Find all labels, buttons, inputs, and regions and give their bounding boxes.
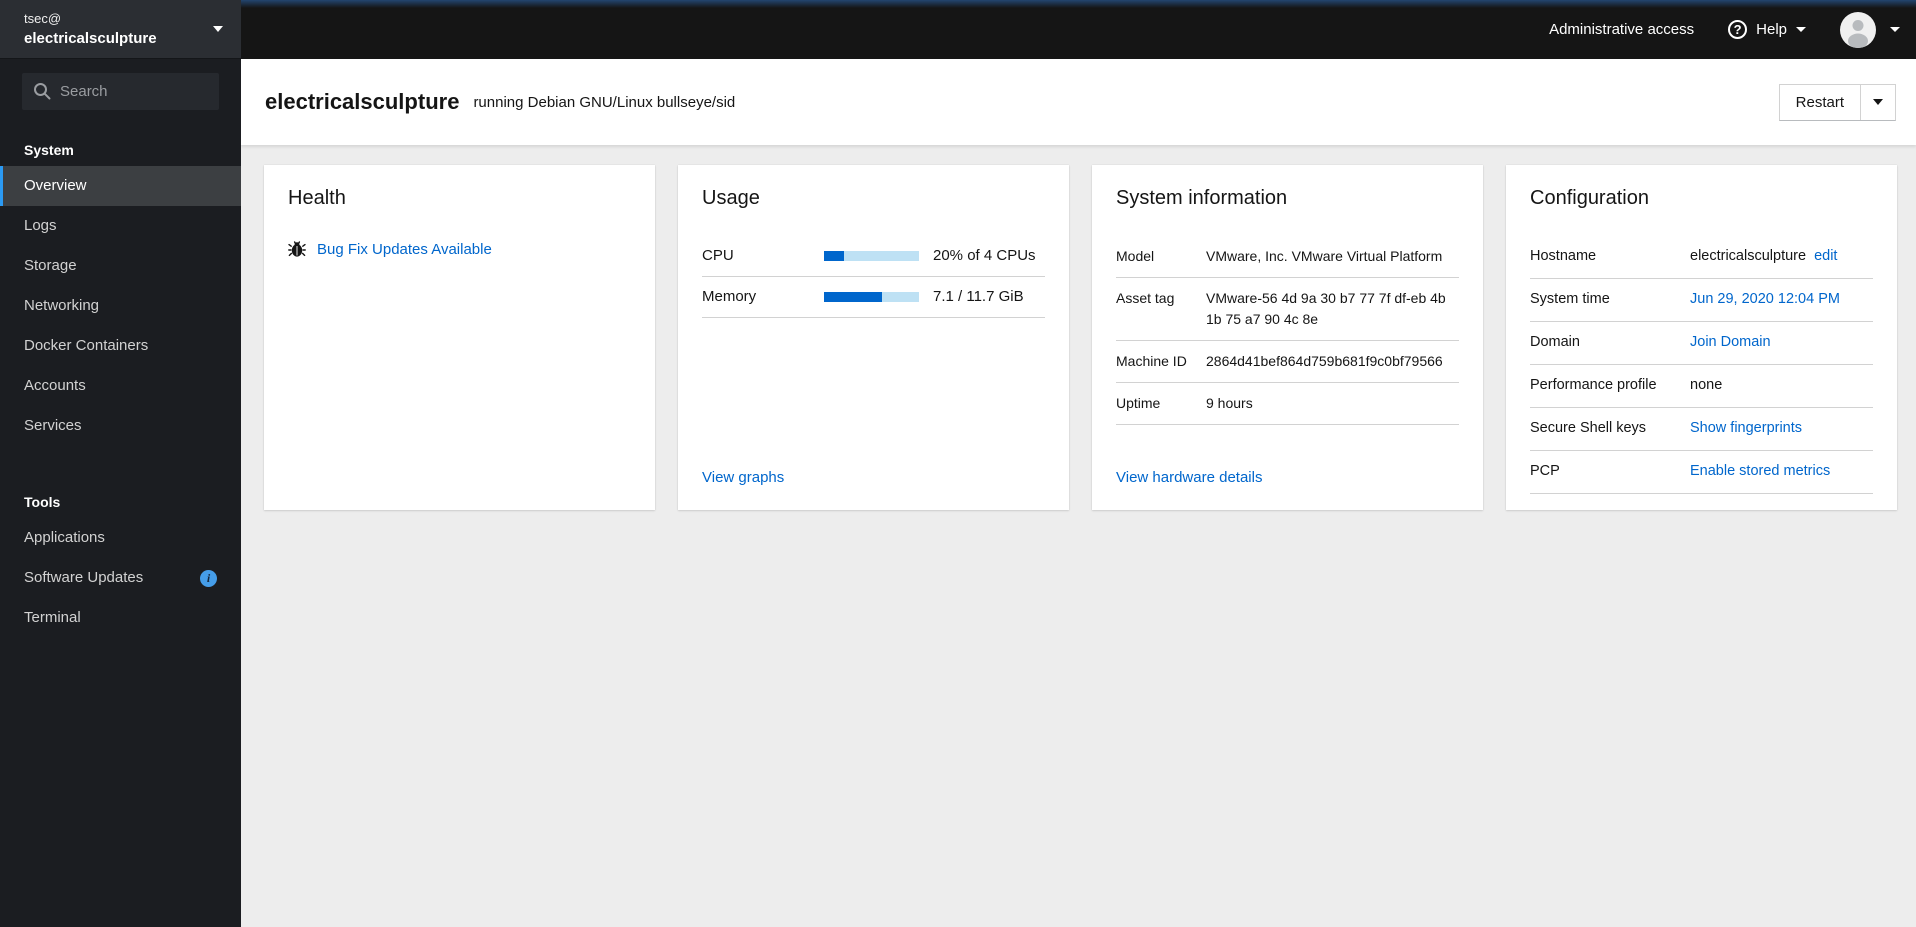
cpu-label: CPU	[702, 247, 734, 264]
chevron-down-icon	[1890, 27, 1900, 32]
sidebar-search	[22, 73, 219, 110]
system-time-row: System time Jun 29, 2020 12:04 PM	[1530, 279, 1873, 323]
administrative-access-button[interactable]: Administrative access	[1549, 21, 1694, 38]
join-domain-link[interactable]: Join Domain	[1690, 334, 1771, 350]
overview-content: Health Bug Fix Updates Available Usage C…	[241, 145, 1916, 927]
configuration-card: Configuration Hostname electricalsculptu…	[1506, 165, 1897, 510]
sidebar-item-storage[interactable]: Storage	[0, 246, 241, 286]
asset-tag-label: Asset tag	[1116, 290, 1175, 307]
configuration-card-title: Configuration	[1530, 187, 1649, 209]
info-icon	[200, 569, 217, 587]
machine-id-label: Machine ID	[1116, 352, 1187, 369]
hostname-edit-link[interactable]: edit	[1814, 248, 1837, 264]
model-label: Model	[1116, 248, 1155, 264]
nav-section-tools: Tools	[24, 494, 61, 510]
help-label: Help	[1756, 21, 1787, 38]
sidebar-item-applications[interactable]: Applications	[0, 518, 241, 558]
machine-id-row: Machine ID 2864d41bef864d759b681f9c0bf79…	[1116, 341, 1459, 384]
system-time-link[interactable]: Jun 29, 2020 12:04 PM	[1690, 291, 1840, 307]
view-graphs-link[interactable]: View graphs	[702, 469, 1045, 486]
asset-tag-row: Asset tag VMware-56 4d 9a 30 b7 77 7f df…	[1116, 278, 1459, 341]
show-fingerprints-link[interactable]: Show fingerprints	[1690, 420, 1802, 436]
uptime-value: 9 hours	[1206, 395, 1253, 412]
restart-button[interactable]: Restart	[1779, 84, 1860, 120]
host-switcher[interactable]: tsec@ electricalsculpture	[0, 0, 241, 59]
performance-profile-row: Performance profile none	[1530, 365, 1873, 409]
health-card: Health Bug Fix Updates Available	[264, 165, 655, 510]
pcp-row: PCP Enable stored metrics	[1530, 451, 1873, 495]
chevron-down-icon	[213, 26, 223, 32]
cpu-usage-value: 20% of 4 CPUs	[933, 247, 1036, 264]
system-time-label: System time	[1530, 291, 1610, 308]
restart-dropdown-toggle[interactable]	[1860, 84, 1895, 120]
enable-stored-metrics-link[interactable]: Enable stored metrics	[1690, 463, 1830, 479]
bug-fix-updates-link[interactable]: Bug Fix Updates Available	[317, 241, 492, 258]
usage-card-title: Usage	[702, 187, 760, 209]
secure-shell-keys-label: Secure Shell keys	[1530, 420, 1647, 437]
usage-card: Usage CPU 20% of 4 CPUs Memory 7.1 / 11.…	[678, 165, 1069, 510]
chevron-down-icon	[1796, 27, 1806, 32]
page-header: electricalsculpture running Debian GNU/L…	[241, 59, 1916, 145]
sidebar-item-docker-containers[interactable]: Docker Containers	[0, 326, 241, 366]
chevron-down-icon	[1873, 99, 1883, 105]
masthead: Administrative access Help	[241, 0, 1916, 59]
cpu-usage-row: CPU 20% of 4 CPUs	[702, 236, 1045, 277]
uptime-row: Uptime 9 hours	[1116, 383, 1459, 426]
restart-split-button: Restart	[1778, 83, 1896, 121]
hostname-row: Hostname electricalsculpture edit	[1530, 236, 1873, 280]
host-switcher-hostname: electricalsculpture	[24, 30, 157, 47]
memory-usage-row: Memory 7.1 / 11.7 GiB	[702, 277, 1045, 318]
secure-shell-keys-row: Secure Shell keys Show fingerprints	[1530, 408, 1873, 452]
search-input[interactable]	[22, 73, 219, 110]
performance-profile-label: Performance profile	[1530, 377, 1657, 394]
sidebar: tsec@ electricalsculpture System Overvie…	[0, 0, 241, 927]
sidebar-item-services[interactable]: Services	[0, 406, 241, 446]
page-title: electricalsculpture	[265, 89, 460, 114]
sidebar-item-terminal[interactable]: Terminal	[0, 598, 241, 638]
model-row: Model VMware, Inc. VMware Virtual Platfo…	[1116, 236, 1459, 279]
search-icon	[34, 83, 51, 100]
sidebar-item-label: Software Updates	[24, 569, 144, 586]
uptime-label: Uptime	[1116, 395, 1161, 412]
domain-row: Domain Join Domain	[1530, 322, 1873, 366]
sidebar-item-software-updates[interactable]: Software Updates	[0, 558, 241, 598]
sidebar-item-overview[interactable]: Overview	[0, 166, 241, 206]
os-release-text: running Debian GNU/Linux bullseye/sid	[473, 93, 736, 111]
performance-profile-value: none	[1690, 377, 1723, 394]
memory-progress-bar	[824, 291, 919, 302]
hostname-label: Hostname	[1530, 248, 1597, 264]
health-card-title: Health	[288, 187, 346, 209]
system-information-card: System information Model VMware, Inc. VM…	[1092, 165, 1483, 510]
asset-tag-value: VMware-56 4d 9a 30 b7 77 7f df-eb 4b 1b …	[1206, 290, 1446, 327]
host-switcher-user: tsec@	[24, 11, 62, 26]
sidebar-item-accounts[interactable]: Accounts	[0, 366, 241, 406]
bug-icon	[288, 241, 306, 257]
cpu-progress-bar	[824, 250, 919, 261]
domain-label: Domain	[1530, 334, 1580, 351]
memory-usage-value: 7.1 / 11.7 GiB	[933, 288, 1024, 305]
avatar	[1840, 11, 1876, 48]
view-hardware-details-link[interactable]: View hardware details	[1116, 469, 1459, 486]
sidebar-item-logs[interactable]: Logs	[0, 206, 241, 246]
memory-label: Memory	[702, 288, 757, 305]
machine-id-value: 2864d41bef864d759b681f9c0bf79566	[1206, 352, 1443, 369]
nav-section-system: System	[24, 142, 74, 158]
hostname-value: electricalsculpture edit	[1690, 246, 1873, 267]
session-menu[interactable]	[1840, 11, 1900, 48]
hostname-text: electricalsculpture	[1690, 248, 1807, 264]
pcp-label: PCP	[1530, 463, 1560, 480]
help-icon	[1728, 20, 1748, 39]
sidebar-item-networking[interactable]: Networking	[0, 286, 241, 326]
system-information-card-title: System information	[1116, 187, 1288, 209]
help-menu[interactable]: Help	[1728, 20, 1806, 39]
health-update-item: Bug Fix Updates Available	[288, 240, 631, 258]
model-value: VMware, Inc. VMware Virtual Platform	[1206, 248, 1443, 264]
